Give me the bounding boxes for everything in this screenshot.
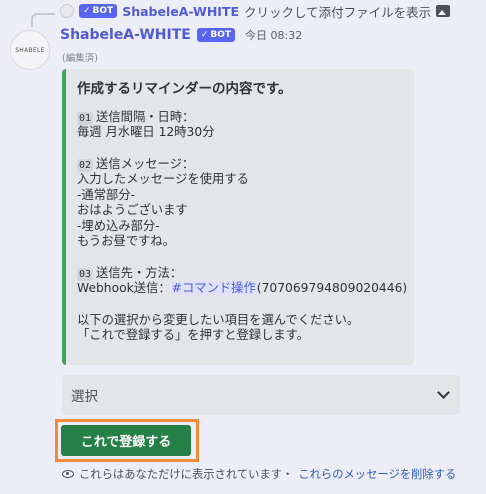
reply-preview[interactable]: ✓ BOT ShabeleA-WHITE クリックして添付ファイルを表示: [60, 2, 451, 21]
reply-text[interactable]: クリックして添付ファイルを表示: [244, 2, 431, 21]
chevron-down-icon: [437, 386, 450, 399]
reply-author[interactable]: ShabeleA-WHITE: [122, 4, 239, 19]
section-label: 送信メッセージ：: [96, 156, 195, 171]
image-icon: [436, 5, 451, 17]
delete-messages-link[interactable]: これらのメッセージを削除する: [298, 466, 456, 482]
message-line: -通常部分-: [77, 187, 136, 202]
option-select[interactable]: 選択: [62, 375, 460, 415]
section-number: 03: [77, 267, 94, 281]
message-line: 入力したメッセージを使用する: [77, 172, 249, 186]
avatar[interactable]: SHABELE: [10, 30, 50, 70]
select-placeholder: 選択: [71, 389, 98, 405]
notice-text: これらはあなただけに表示されています・: [79, 468, 294, 481]
channel-mention[interactable]: #コマンド操作: [170, 281, 257, 295]
eye-icon: [62, 470, 74, 478]
reply-bot-badge: ✓ BOT: [79, 4, 118, 18]
register-button[interactable]: これで登録する: [61, 425, 191, 456]
embed-section-interval: 01 送信間隔・日時： 毎週 月水曜日 12時30分: [77, 110, 404, 141]
message-line: -埋め込み部分-: [77, 218, 160, 233]
reply-avatar: [60, 4, 74, 18]
section-value: 毎週 月水曜日 12時30分: [77, 125, 215, 139]
channel-id: (707069794809020446): [256, 281, 408, 295]
ephemeral-notice: これらはあなただけに表示されています・ これらのメッセージを削除する: [62, 466, 456, 482]
author-name[interactable]: ShabeleA-WHITE: [60, 27, 191, 43]
reply-connector: [31, 13, 55, 27]
section-number: 02: [77, 158, 94, 172]
embed: 作成するリマインダーの内容です。 01 送信間隔・日時： 毎週 月水曜日 12時3…: [62, 69, 414, 365]
section-label: 送信先・方法：: [96, 265, 183, 280]
send-method: Webhook送信：: [77, 281, 171, 295]
embed-section-destination: 03 送信先・方法： Webhook送信：#コマンド操作(707069794809…: [77, 265, 408, 297]
bot-badge: ✓ BOT: [196, 28, 236, 42]
check-icon: ✓: [83, 6, 91, 16]
timestamp: 今日 08:32: [245, 29, 303, 42]
embed-title: 作成するリマインダーの内容です。: [77, 81, 292, 97]
edited-label: (編集済): [62, 53, 98, 64]
message-line: おはようございます: [77, 203, 188, 217]
message-header: ShabeleA-WHITE ✓ BOT 今日 08:32: [60, 27, 302, 43]
section-number: 01: [77, 111, 94, 125]
instruction-line: 「これで登録する」を押すと登録します。: [77, 328, 310, 342]
embed-section-message: 02 送信メッセージ： 入力したメッセージを使用する -通常部分- おはようござい…: [77, 157, 404, 250]
section-label: 送信間隔・日時：: [96, 109, 195, 124]
message-line: もうお昼ですね。: [77, 234, 176, 248]
instruction-line: 以下の選択から変更したい項目を選んでください。: [77, 312, 360, 327]
check-icon: ✓: [200, 30, 209, 40]
